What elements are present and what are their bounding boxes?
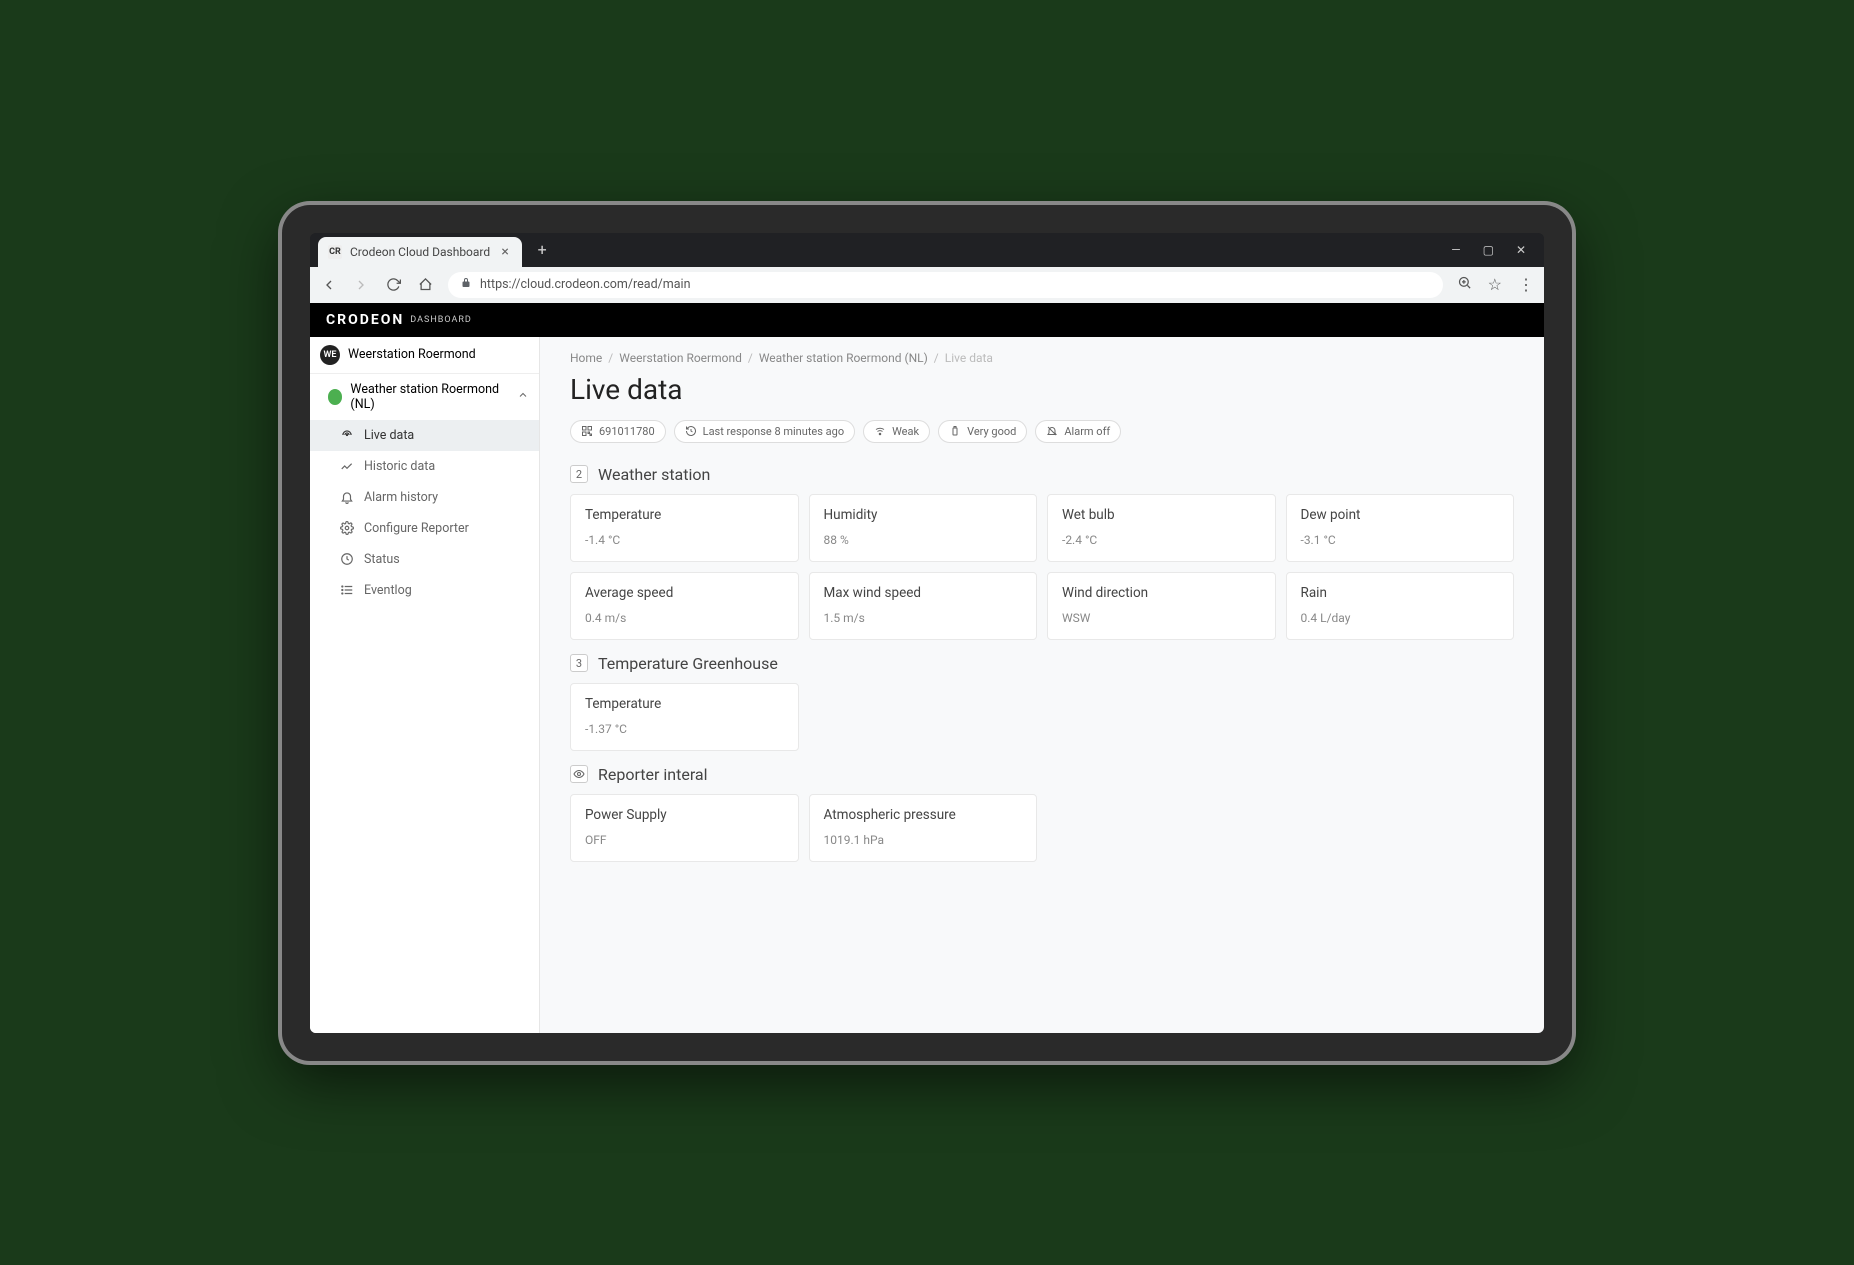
url-text: https://cloud.crodeon.com/read/main <box>480 277 691 292</box>
avatar: WE <box>320 345 340 365</box>
card-grid: Temperature -1.4 °C Humidity 88 % Wet bu… <box>570 494 1514 640</box>
url-field[interactable]: https://cloud.crodeon.com/read/main <box>448 272 1443 298</box>
section-badge: 2 <box>570 465 588 483</box>
section-header-greenhouse: 3 Temperature Greenhouse <box>570 654 1514 673</box>
metric-card[interactable]: Power Supply OFF <box>570 794 799 862</box>
metric-card[interactable]: Wind direction WSW <box>1047 572 1276 640</box>
brand-name: CRODEON <box>326 312 404 328</box>
zoom-icon[interactable] <box>1457 275 1472 294</box>
chart-icon <box>340 459 354 473</box>
section-header-weather-station: 2 Weather station <box>570 465 1514 484</box>
sidebar-item-label: Alarm history <box>364 490 438 505</box>
breadcrumb-item[interactable]: Home <box>570 351 602 365</box>
metric-card[interactable]: Rain 0.4 L/day <box>1286 572 1515 640</box>
bookmark-star-icon[interactable]: ☆ <box>1488 275 1502 294</box>
minimize-icon[interactable]: — <box>1451 243 1460 257</box>
battery-icon <box>949 425 961 437</box>
bell-icon <box>340 490 354 504</box>
sidebar-station-label: Weather station Roermond (NL) <box>350 382 509 412</box>
chevron-up-icon <box>517 389 529 405</box>
page-title: Live data <box>570 373 1514 406</box>
history-icon <box>685 425 697 437</box>
sidebar: WE Weerstation Roermond Weather station … <box>310 337 540 1033</box>
address-bar: https://cloud.crodeon.com/read/main ☆ ⋮ <box>310 267 1544 303</box>
last-response-pill[interactable]: Last response 8 minutes ago <box>674 420 855 443</box>
home-button[interactable] <box>416 276 434 294</box>
main-content: Home / Weerstation Roermond / Weather st… <box>540 337 1544 1033</box>
breadcrumb-item[interactable]: Weerstation Roermond <box>619 351 742 365</box>
sidebar-root-label: Weerstation Roermond <box>348 347 476 362</box>
new-tab-button[interactable]: + <box>528 236 556 264</box>
section-title: Weather station <box>598 465 710 484</box>
breadcrumb: Home / Weerstation Roermond / Weather st… <box>570 351 1514 365</box>
card-grid: Temperature -1.37 °C <box>570 683 1514 751</box>
metric-card[interactable]: Average speed 0.4 m/s <box>570 572 799 640</box>
browser-tab[interactable]: CR Crodeon Cloud Dashboard × <box>318 237 522 267</box>
sidebar-item-eventlog[interactable]: Eventlog <box>310 575 539 606</box>
sidebar-item-label: Status <box>364 552 400 567</box>
lock-icon <box>460 277 472 293</box>
card-grid: Power Supply OFF Atmospheric pressure 10… <box>570 794 1514 862</box>
tab-title: Crodeon Cloud Dashboard <box>350 245 490 259</box>
metric-card[interactable]: Humidity 88 % <box>809 494 1038 562</box>
qr-icon <box>581 425 593 437</box>
breadcrumb-item[interactable]: Weather station Roermond (NL) <box>759 351 928 365</box>
clock-icon <box>340 552 354 566</box>
broadcast-icon <box>340 428 354 442</box>
browser-menu-icon[interactable]: ⋮ <box>1518 275 1534 294</box>
browser-window: CR Crodeon Cloud Dashboard × + — ▢ ✕ <box>310 233 1544 1033</box>
wifi-icon <box>874 425 886 437</box>
metric-card[interactable]: Temperature -1.37 °C <box>570 683 799 751</box>
forward-button[interactable] <box>352 276 370 294</box>
breadcrumb-current: Live data <box>945 351 993 365</box>
close-tab-icon[interactable]: × <box>498 245 512 259</box>
station-status-icon <box>328 389 342 405</box>
section-title: Temperature Greenhouse <box>598 654 778 673</box>
device-id-pill[interactable]: 691011780 <box>570 420 666 443</box>
sidebar-item-label: Historic data <box>364 459 435 474</box>
sidebar-item-historic-data[interactable]: Historic data <box>310 451 539 482</box>
maximize-icon[interactable]: ▢ <box>1483 243 1494 257</box>
reload-button[interactable] <box>384 276 402 294</box>
tablet-frame: CR Crodeon Cloud Dashboard × + — ▢ ✕ <box>282 205 1572 1061</box>
metric-card[interactable]: Atmospheric pressure 1019.1 hPa <box>809 794 1038 862</box>
metric-card[interactable]: Dew point -3.1 °C <box>1286 494 1515 562</box>
signal-pill[interactable]: Weak <box>863 420 930 443</box>
app-body: WE Weerstation Roermond Weather station … <box>310 337 1544 1033</box>
sidebar-station[interactable]: Weather station Roermond (NL) <box>310 374 539 420</box>
section-badge: 3 <box>570 654 588 672</box>
favicon: CR <box>328 245 342 259</box>
sidebar-item-label: Live data <box>364 428 414 443</box>
tab-strip: CR Crodeon Cloud Dashboard × + — ▢ ✕ <box>310 233 1544 267</box>
eye-icon <box>570 765 588 783</box>
sidebar-item-alarm-history[interactable]: Alarm history <box>310 482 539 513</box>
list-icon <box>340 583 354 597</box>
window-controls: — ▢ ✕ <box>1451 243 1544 257</box>
status-pill-row: 691011780 Last response 8 minutes ago We… <box>570 420 1514 443</box>
battery-pill[interactable]: Very good <box>938 420 1027 443</box>
bell-off-icon <box>1046 425 1058 437</box>
alarm-pill[interactable]: Alarm off <box>1035 420 1121 443</box>
metric-card[interactable]: Temperature -1.4 °C <box>570 494 799 562</box>
back-button[interactable] <box>320 276 338 294</box>
app-header: CRODEON DASHBOARD <box>310 303 1544 337</box>
sidebar-item-live-data[interactable]: Live data <box>310 420 539 451</box>
sidebar-root[interactable]: WE Weerstation Roermond <box>310 337 539 374</box>
brand-sub: DASHBOARD <box>410 315 471 325</box>
metric-card[interactable]: Max wind speed 1.5 m/s <box>809 572 1038 640</box>
sidebar-item-status[interactable]: Status <box>310 544 539 575</box>
sidebar-item-label: Configure Reporter <box>364 521 469 536</box>
section-header-reporter-internal: Reporter interal <box>570 765 1514 784</box>
sidebar-item-label: Eventlog <box>364 583 412 598</box>
gear-icon <box>340 521 354 535</box>
section-title: Reporter interal <box>598 765 708 784</box>
metric-card[interactable]: Wet bulb -2.4 °C <box>1047 494 1276 562</box>
close-window-icon[interactable]: ✕ <box>1516 243 1526 257</box>
sidebar-item-configure-reporter[interactable]: Configure Reporter <box>310 513 539 544</box>
